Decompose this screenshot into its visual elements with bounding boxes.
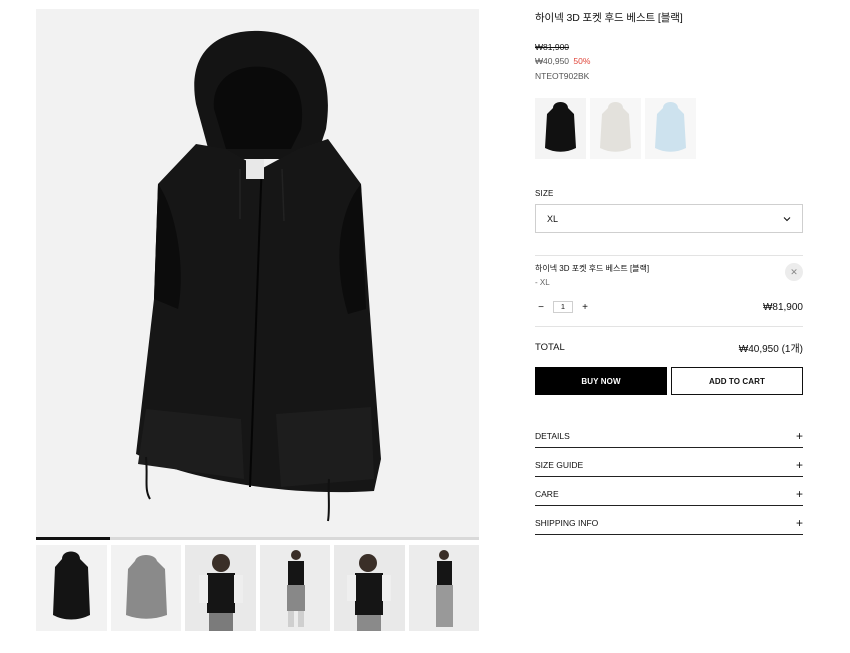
plus-icon: + <box>795 487 803 501</box>
line-item-name: 하이넥 3D 포켓 후드 베스트 [블랙] <box>535 264 650 273</box>
discount-rate: 50% <box>573 56 591 66</box>
quantity-row: − 1 + ₩81,900 <box>535 301 803 313</box>
main-product-image[interactable] <box>36 9 479 537</box>
gallery-progress-bar <box>36 537 479 540</box>
plus-icon: + <box>795 516 803 530</box>
accordion-care[interactable]: CARE + <box>535 477 803 506</box>
cart-line-item: 하이넥 3D 포켓 후드 베스트 [블랙] - XL ✕ − 1 + ₩81,9… <box>535 256 803 326</box>
size-select[interactable]: XL <box>535 204 803 233</box>
swatch-sky-blue[interactable] <box>645 98 696 159</box>
accordion-shipping-info[interactable]: SHIPPING INFO + <box>535 506 803 535</box>
total-row: TOTAL ₩40,950 (1개) <box>535 327 803 367</box>
chevron-down-icon <box>783 216 791 221</box>
thumbnail-strip <box>36 545 479 631</box>
color-swatches <box>535 98 803 159</box>
thumbnail-model-side[interactable] <box>408 545 479 631</box>
vest-illustration <box>136 30 381 522</box>
swatch-ivory[interactable] <box>590 98 641 159</box>
size-selected-value: XL <box>547 213 559 224</box>
total-label: TOTAL <box>535 341 565 353</box>
quantity-input[interactable]: 1 <box>553 301 573 313</box>
gallery-progress-fill <box>36 537 110 540</box>
accordion-label: DETAILS <box>535 431 570 441</box>
thumbnail-model-closeup[interactable] <box>185 545 256 631</box>
plus-icon: + <box>795 458 803 472</box>
decrease-quantity-button[interactable]: − <box>535 302 547 313</box>
total-value: ₩40,950 (1개) <box>738 343 803 355</box>
size-label: SIZE <box>535 189 554 198</box>
add-to-cart-button[interactable]: ADD TO CART <box>671 367 803 395</box>
line-item-price: ₩81,900 <box>762 301 803 313</box>
purchase-actions: BUY NOW ADD TO CART <box>535 367 803 395</box>
plus-icon: + <box>795 429 803 443</box>
swatch-black[interactable] <box>535 98 586 159</box>
product-title: 하이넥 3D 포켓 후드 베스트 [블랙] <box>535 12 683 24</box>
accordion-details[interactable]: DETAILS + <box>535 419 803 448</box>
buy-now-button[interactable]: BUY NOW <box>535 367 667 395</box>
accordion-size-guide[interactable]: SIZE GUIDE + <box>535 448 803 477</box>
product-sku: NTEOT902BK <box>535 71 590 81</box>
product-info-accordion: DETAILS + SIZE GUIDE + CARE + SHIPPING I… <box>535 419 803 535</box>
sale-price: ₩40,950 <box>535 56 570 66</box>
thumbnail-gray-vest[interactable] <box>110 545 181 631</box>
accordion-label: SIZE GUIDE <box>535 460 584 470</box>
line-item-option: - XL <box>535 278 550 287</box>
quantity-stepper: − 1 + <box>535 301 591 313</box>
accordion-label: CARE <box>535 489 559 499</box>
original-price: ₩81,900 <box>535 42 570 52</box>
thumbnail-model-pose[interactable] <box>334 545 405 631</box>
thumbnail-model-full[interactable] <box>259 545 330 631</box>
product-gallery <box>36 9 479 631</box>
product-info-panel: 하이넥 3D 포켓 후드 베스트 [블랙] ₩81,900 ₩40,950 50… <box>535 10 803 535</box>
increase-quantity-button[interactable]: + <box>579 302 591 313</box>
sale-price-row: ₩40,950 50% <box>535 56 803 66</box>
remove-item-button[interactable]: ✕ <box>785 263 803 281</box>
thumbnail-black-vest[interactable] <box>36 545 107 631</box>
accordion-label: SHIPPING INFO <box>535 518 599 528</box>
close-icon: ✕ <box>790 266 798 277</box>
